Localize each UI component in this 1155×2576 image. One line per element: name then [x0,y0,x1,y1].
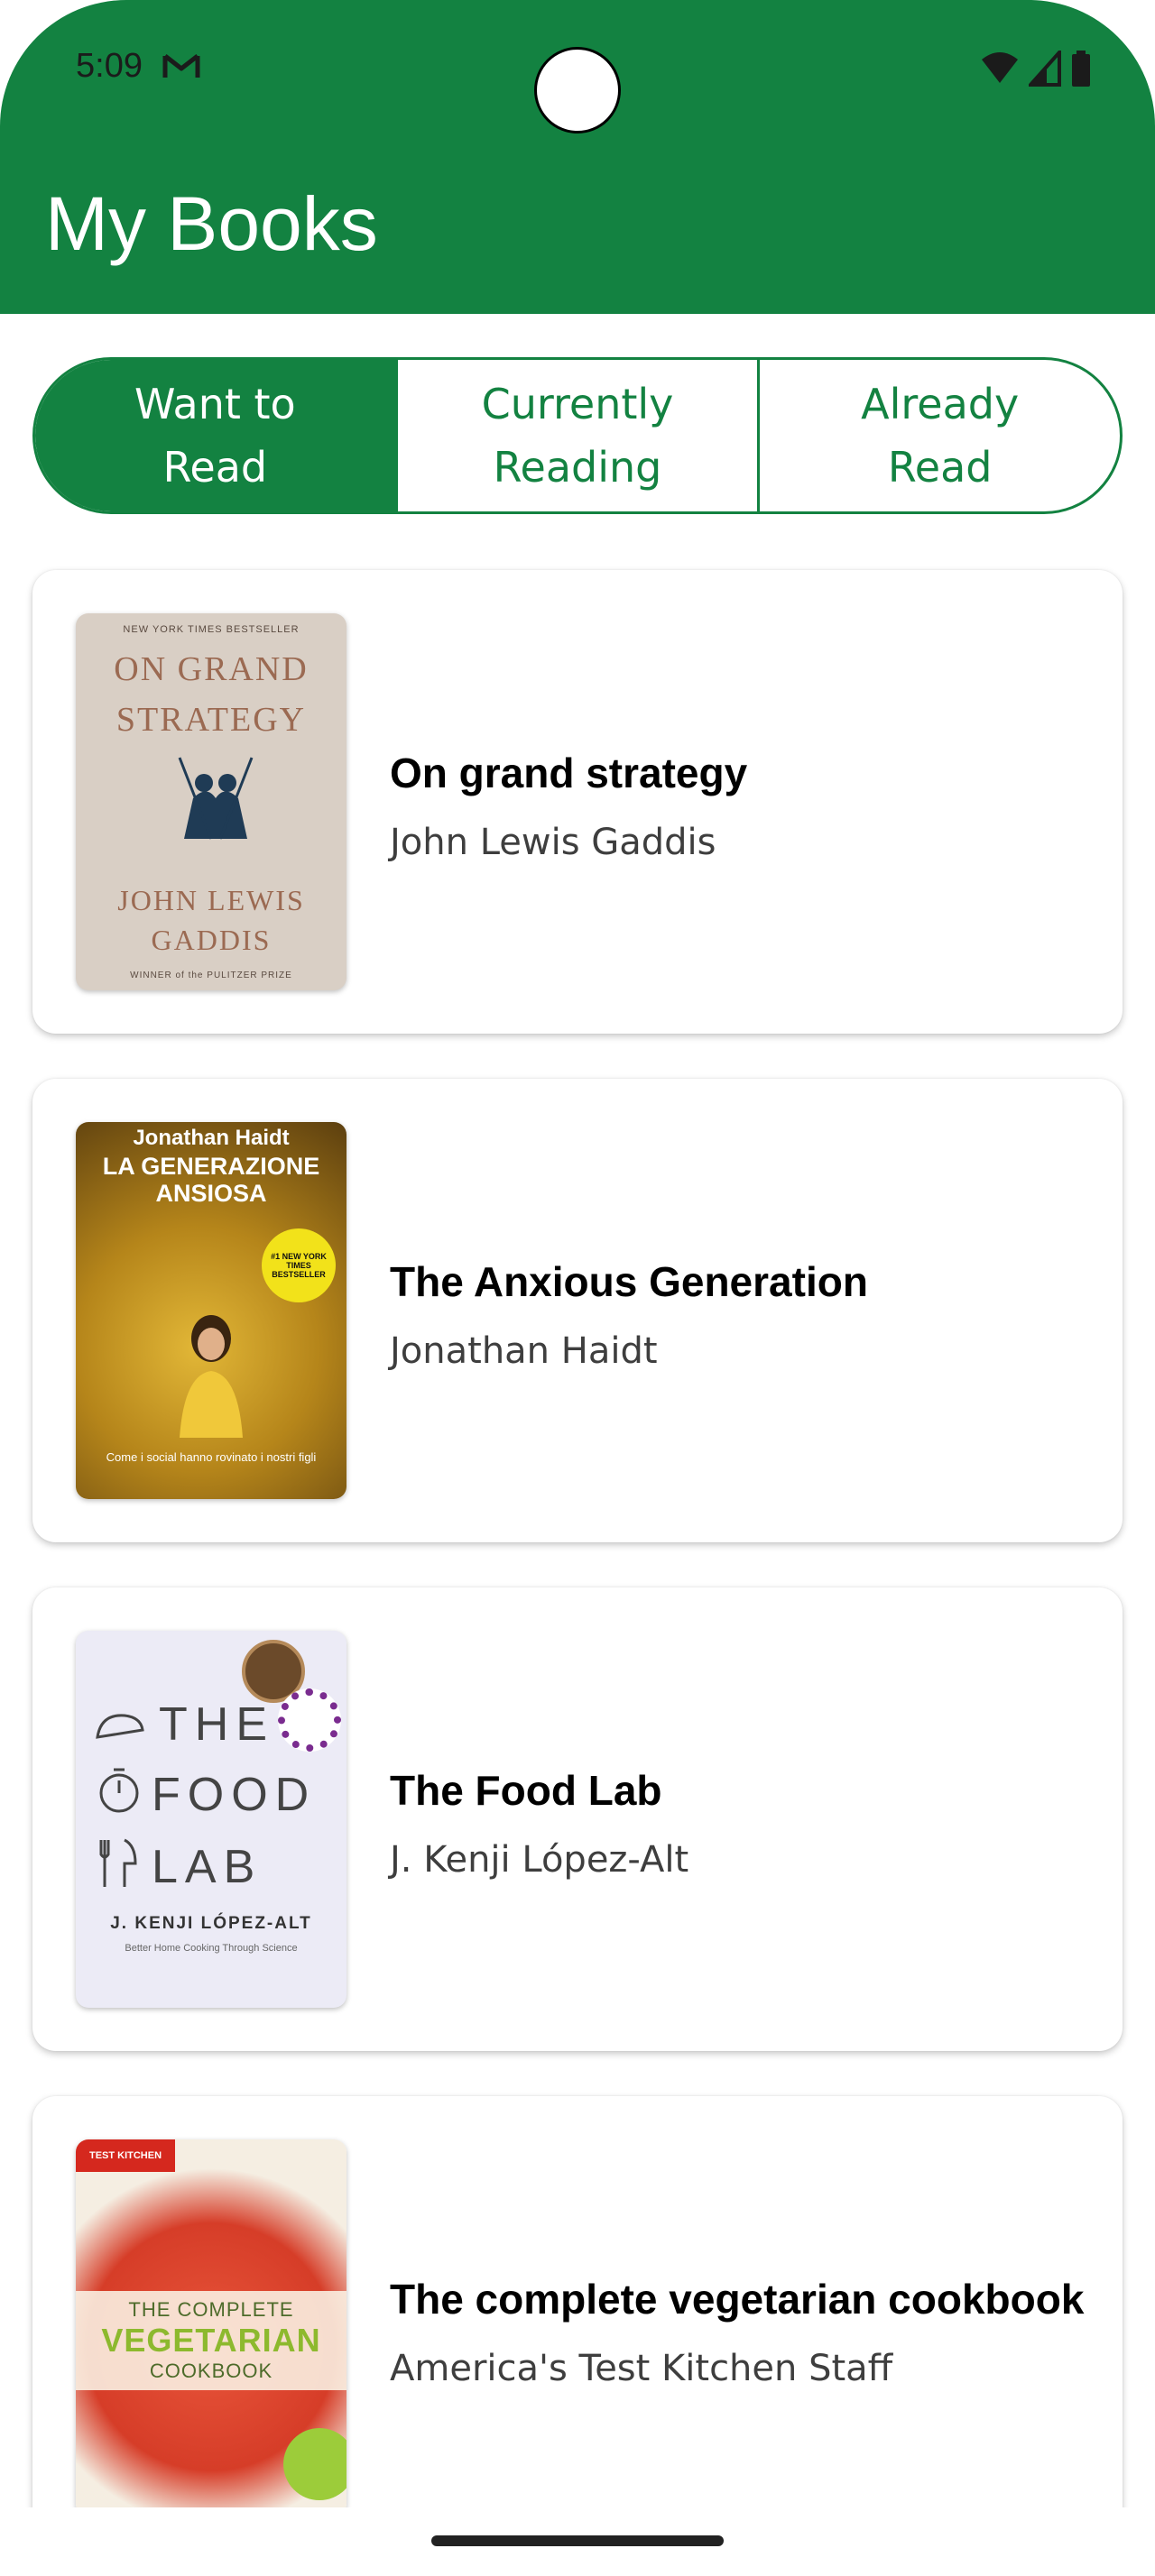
status-icons [980,51,1092,87]
cover-award: WINNER of the PULITZER PRIZE [130,971,292,980]
cover-author-line: GADDIS [151,924,272,956]
tab-already-read[interactable]: Already Read [757,360,1120,511]
cover-badge [283,2428,346,2500]
timer-icon [99,1768,139,1813]
cover-author-line: JOHN LEWIS [117,884,305,916]
gmail-icon [162,54,200,78]
cover-title-line: THE [159,1698,274,1751]
tab-currently-reading[interactable]: Currently Reading [394,360,758,511]
cover-title-line: LAB [152,1841,263,1893]
book-card[interactable]: THE FOOD LAB J. KENJI LÓPEZ-ALT Better H… [32,1587,1123,2051]
cover-title-line: ON GRAND [114,650,309,688]
utensils-icon [99,1838,137,1887]
cover-illustration [178,757,254,840]
book-cover-image: Jonathan Haidt LA GENERAZIONE ANSIOSA #1… [76,1122,346,1499]
book-author: America's Test Kitchen Staff [390,2348,893,2389]
wifi-icon [982,52,1018,83]
camera-cutout [534,47,621,133]
award-seal-icon [278,1688,341,1752]
book-title: The complete vegetarian cookbook [390,2276,1085,2323]
book-info: The complete vegetarian cookbook America… [390,2096,1086,2560]
cover-illustration [180,1315,243,1438]
book-title: The Anxious Generation [390,1258,868,1305]
book-cover-image: TEST KITCHEN THE COMPLETE VEGETARIAN COO… [76,2139,346,2516]
battery-icon [1072,51,1090,87]
cover-author: J. KENJI LÓPEZ-ALT [110,1914,312,1933]
roast-icon [96,1714,144,1739]
status-time: 5:09 [76,47,143,85]
book-info: The Anxious Generation Jonathan Haidt [390,1079,1086,1542]
book-card[interactable]: NEW YORK TIMES BESTSELLER ON GRAND STRAT… [32,570,1123,1034]
app-bar: 5:09 My Books [0,0,1155,314]
book-cover-image: THE FOOD LAB J. KENJI LÓPEZ-ALT Better H… [76,1631,346,2008]
cover-tagline: NEW YORK TIMES BESTSELLER [123,624,300,635]
page-title: My Books [45,181,378,266]
book-author: J. Kenji López-Alt [390,1839,689,1881]
book-card[interactable]: TEST KITCHEN THE COMPLETE VEGETARIAN COO… [32,2096,1123,2560]
book-card[interactable]: Jonathan Haidt LA GENERAZIONE ANSIOSA #1… [32,1079,1123,1542]
cover-author: Jonathan Haidt [133,1126,290,1150]
book-info: On grand strategy John Lewis Gaddis [390,570,1086,1034]
status-bar: 5:09 [0,0,1155,135]
home-indicator[interactable] [431,2535,724,2546]
cover-title-line: LA GENERAZIONE [102,1153,320,1180]
cover-title-line: VEGETARIAN [101,2322,321,2359]
cover-subtitle: Better Home Cooking Through Science [125,1943,298,1954]
cover-title-line: STRATEGY [116,701,307,739]
book-title: The Food Lab [390,1767,662,1814]
cover-title-line: COOKBOOK [149,2360,273,2382]
book-info: The Food Lab J. Kenji López-Alt [390,1587,1086,2051]
signal-icon [1029,51,1061,87]
book-author: Jonathan Haidt [390,1330,658,1372]
book-cover-image: NEW YORK TIMES BESTSELLER ON GRAND STRAT… [76,613,346,990]
book-author: John Lewis Gaddis [390,822,716,863]
book-title: On grand strategy [390,750,748,796]
brand-logo: TEST KITCHEN [76,2139,175,2172]
tab-want-to-read[interactable]: Want to Read [35,360,395,511]
cover-title-line: ANSIOSA [155,1180,267,1207]
bestseller-badge: #1 NEW YORK TIMES BESTSELLER [262,1228,336,1302]
cover-subtitle: Come i social hanno rovinato i nostri fi… [106,1450,317,1464]
cover-title-line: THE COMPLETE [128,2298,294,2321]
cover-title-line: FOOD [152,1769,317,1821]
reading-status-tabs: Want to Read Currently Reading Already R… [32,357,1123,514]
